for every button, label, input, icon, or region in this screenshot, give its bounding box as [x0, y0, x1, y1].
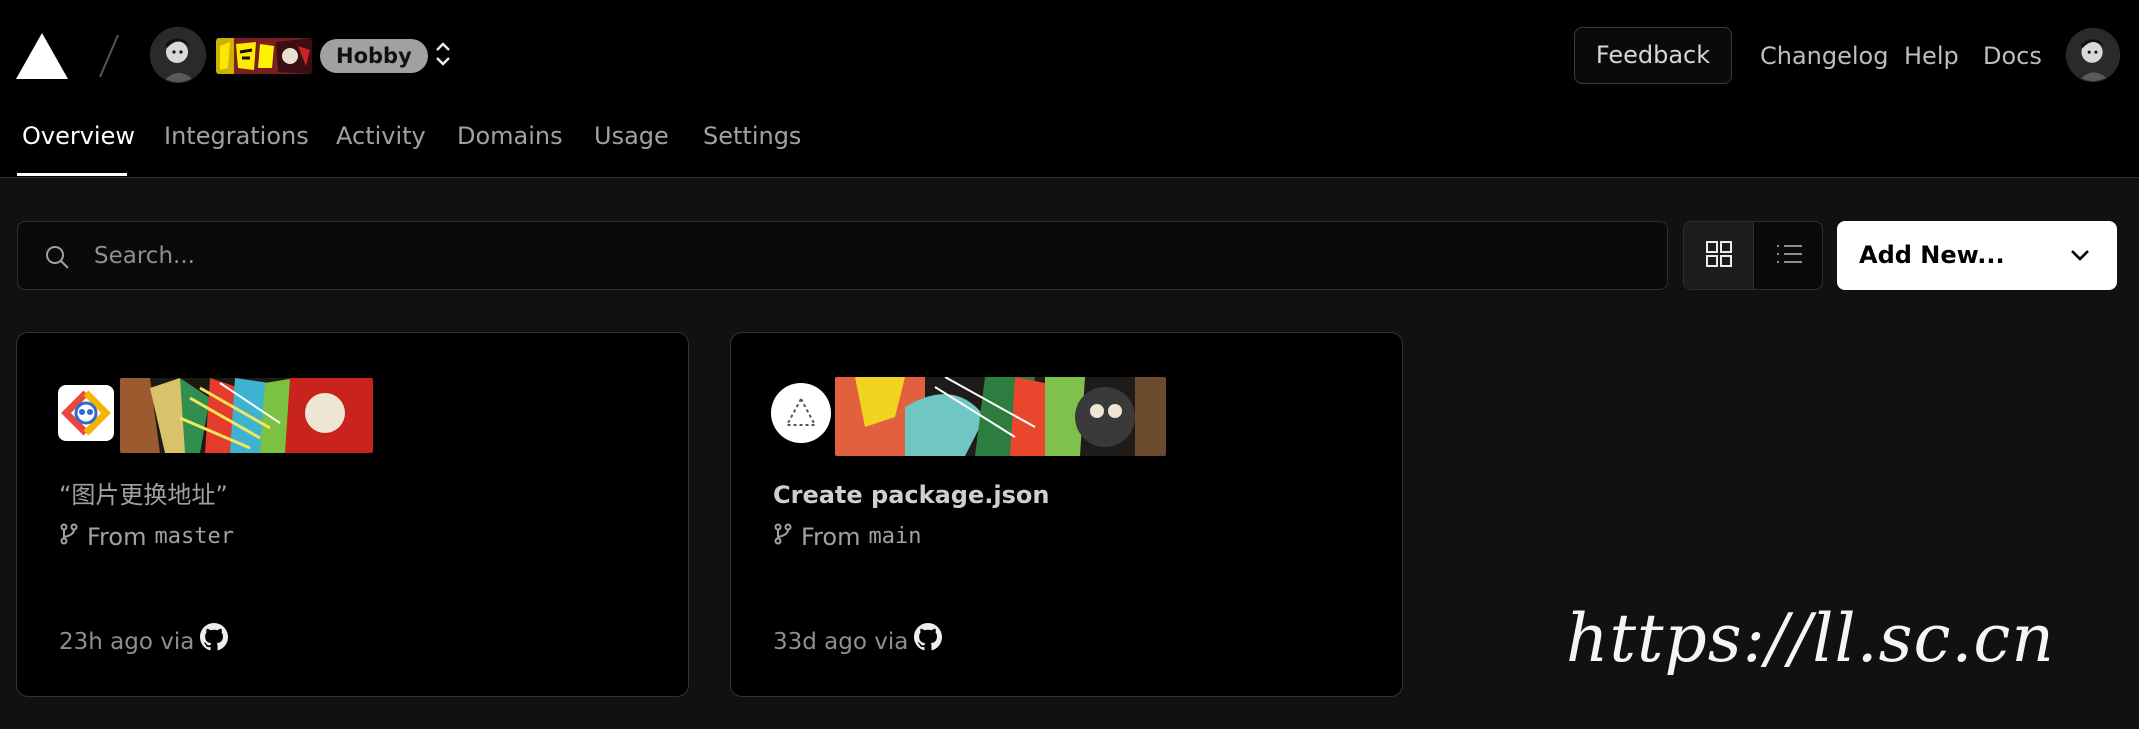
add-new-label: Add New...	[1859, 241, 2005, 269]
project-updated: 23h ago via	[59, 623, 229, 660]
vercel-placeholder-icon	[771, 383, 831, 443]
git-branch-icon	[773, 521, 793, 553]
tab-usage[interactable]: Usage	[594, 120, 669, 152]
view-toggle	[1683, 221, 1823, 290]
vercel-logo-icon[interactable]	[16, 33, 68, 83]
search-icon	[44, 244, 70, 274]
list-view-button[interactable]	[1754, 222, 1822, 289]
project-updated: 33d ago via	[773, 623, 943, 660]
team-avatar[interactable]	[150, 27, 206, 83]
team-switcher-icon[interactable]	[430, 36, 456, 72]
tab-activity[interactable]: Activity	[336, 120, 426, 152]
search-box	[17, 221, 1668, 290]
help-link[interactable]: Help	[1904, 40, 1959, 72]
search-input[interactable]	[94, 222, 1634, 289]
feedback-button[interactable]: Feedback	[1574, 27, 1732, 84]
github-icon	[914, 623, 943, 660]
updated-time: 33d ago via	[773, 628, 909, 655]
chevron-down-icon	[2069, 245, 2091, 269]
project-preview-image	[120, 378, 373, 453]
top-navigation: Hobby Feedback Changelog Help Docs Overv…	[0, 0, 2139, 178]
tab-overview[interactable]: Overview	[22, 120, 135, 152]
branch-name: master	[154, 524, 234, 549]
tab-domains[interactable]: Domains	[457, 120, 563, 152]
updated-time: 23h ago via	[59, 628, 195, 655]
plan-badge: Hobby	[320, 39, 428, 73]
github-icon	[200, 623, 229, 660]
breadcrumb-separator-icon	[96, 32, 122, 84]
project-branch: From main	[773, 521, 921, 553]
project-preview-image	[835, 377, 1166, 456]
tab-settings[interactable]: Settings	[703, 120, 801, 152]
active-tab-indicator	[17, 173, 127, 176]
grid-icon	[1705, 240, 1733, 272]
changelog-link[interactable]: Changelog	[1760, 40, 1888, 72]
project-card[interactable]: Create package.json From main 33d ago vi…	[730, 332, 1403, 697]
grid-view-button[interactable]	[1684, 222, 1754, 289]
branch-name: main	[868, 524, 922, 549]
add-new-button[interactable]: Add New...	[1837, 221, 2117, 290]
project-commit-message: “图片更换地址”	[59, 481, 228, 509]
docs-link[interactable]: Docs	[1983, 40, 2042, 72]
tab-integrations[interactable]: Integrations	[164, 120, 309, 152]
branch-prefix: From	[87, 523, 147, 551]
user-avatar[interactable]	[2066, 28, 2120, 82]
project-logo-icon	[58, 385, 114, 441]
project-commit-message: Create package.json	[773, 481, 1050, 509]
list-icon	[1775, 242, 1803, 270]
branch-prefix: From	[801, 523, 861, 551]
git-branch-icon	[59, 521, 79, 553]
team-banner-image	[216, 38, 312, 74]
project-card[interactable]: “图片更换地址” From master 23h ago via	[16, 332, 689, 697]
project-branch: From master	[59, 521, 234, 553]
watermark-text: https://ll.sc.cn	[1566, 600, 2055, 677]
